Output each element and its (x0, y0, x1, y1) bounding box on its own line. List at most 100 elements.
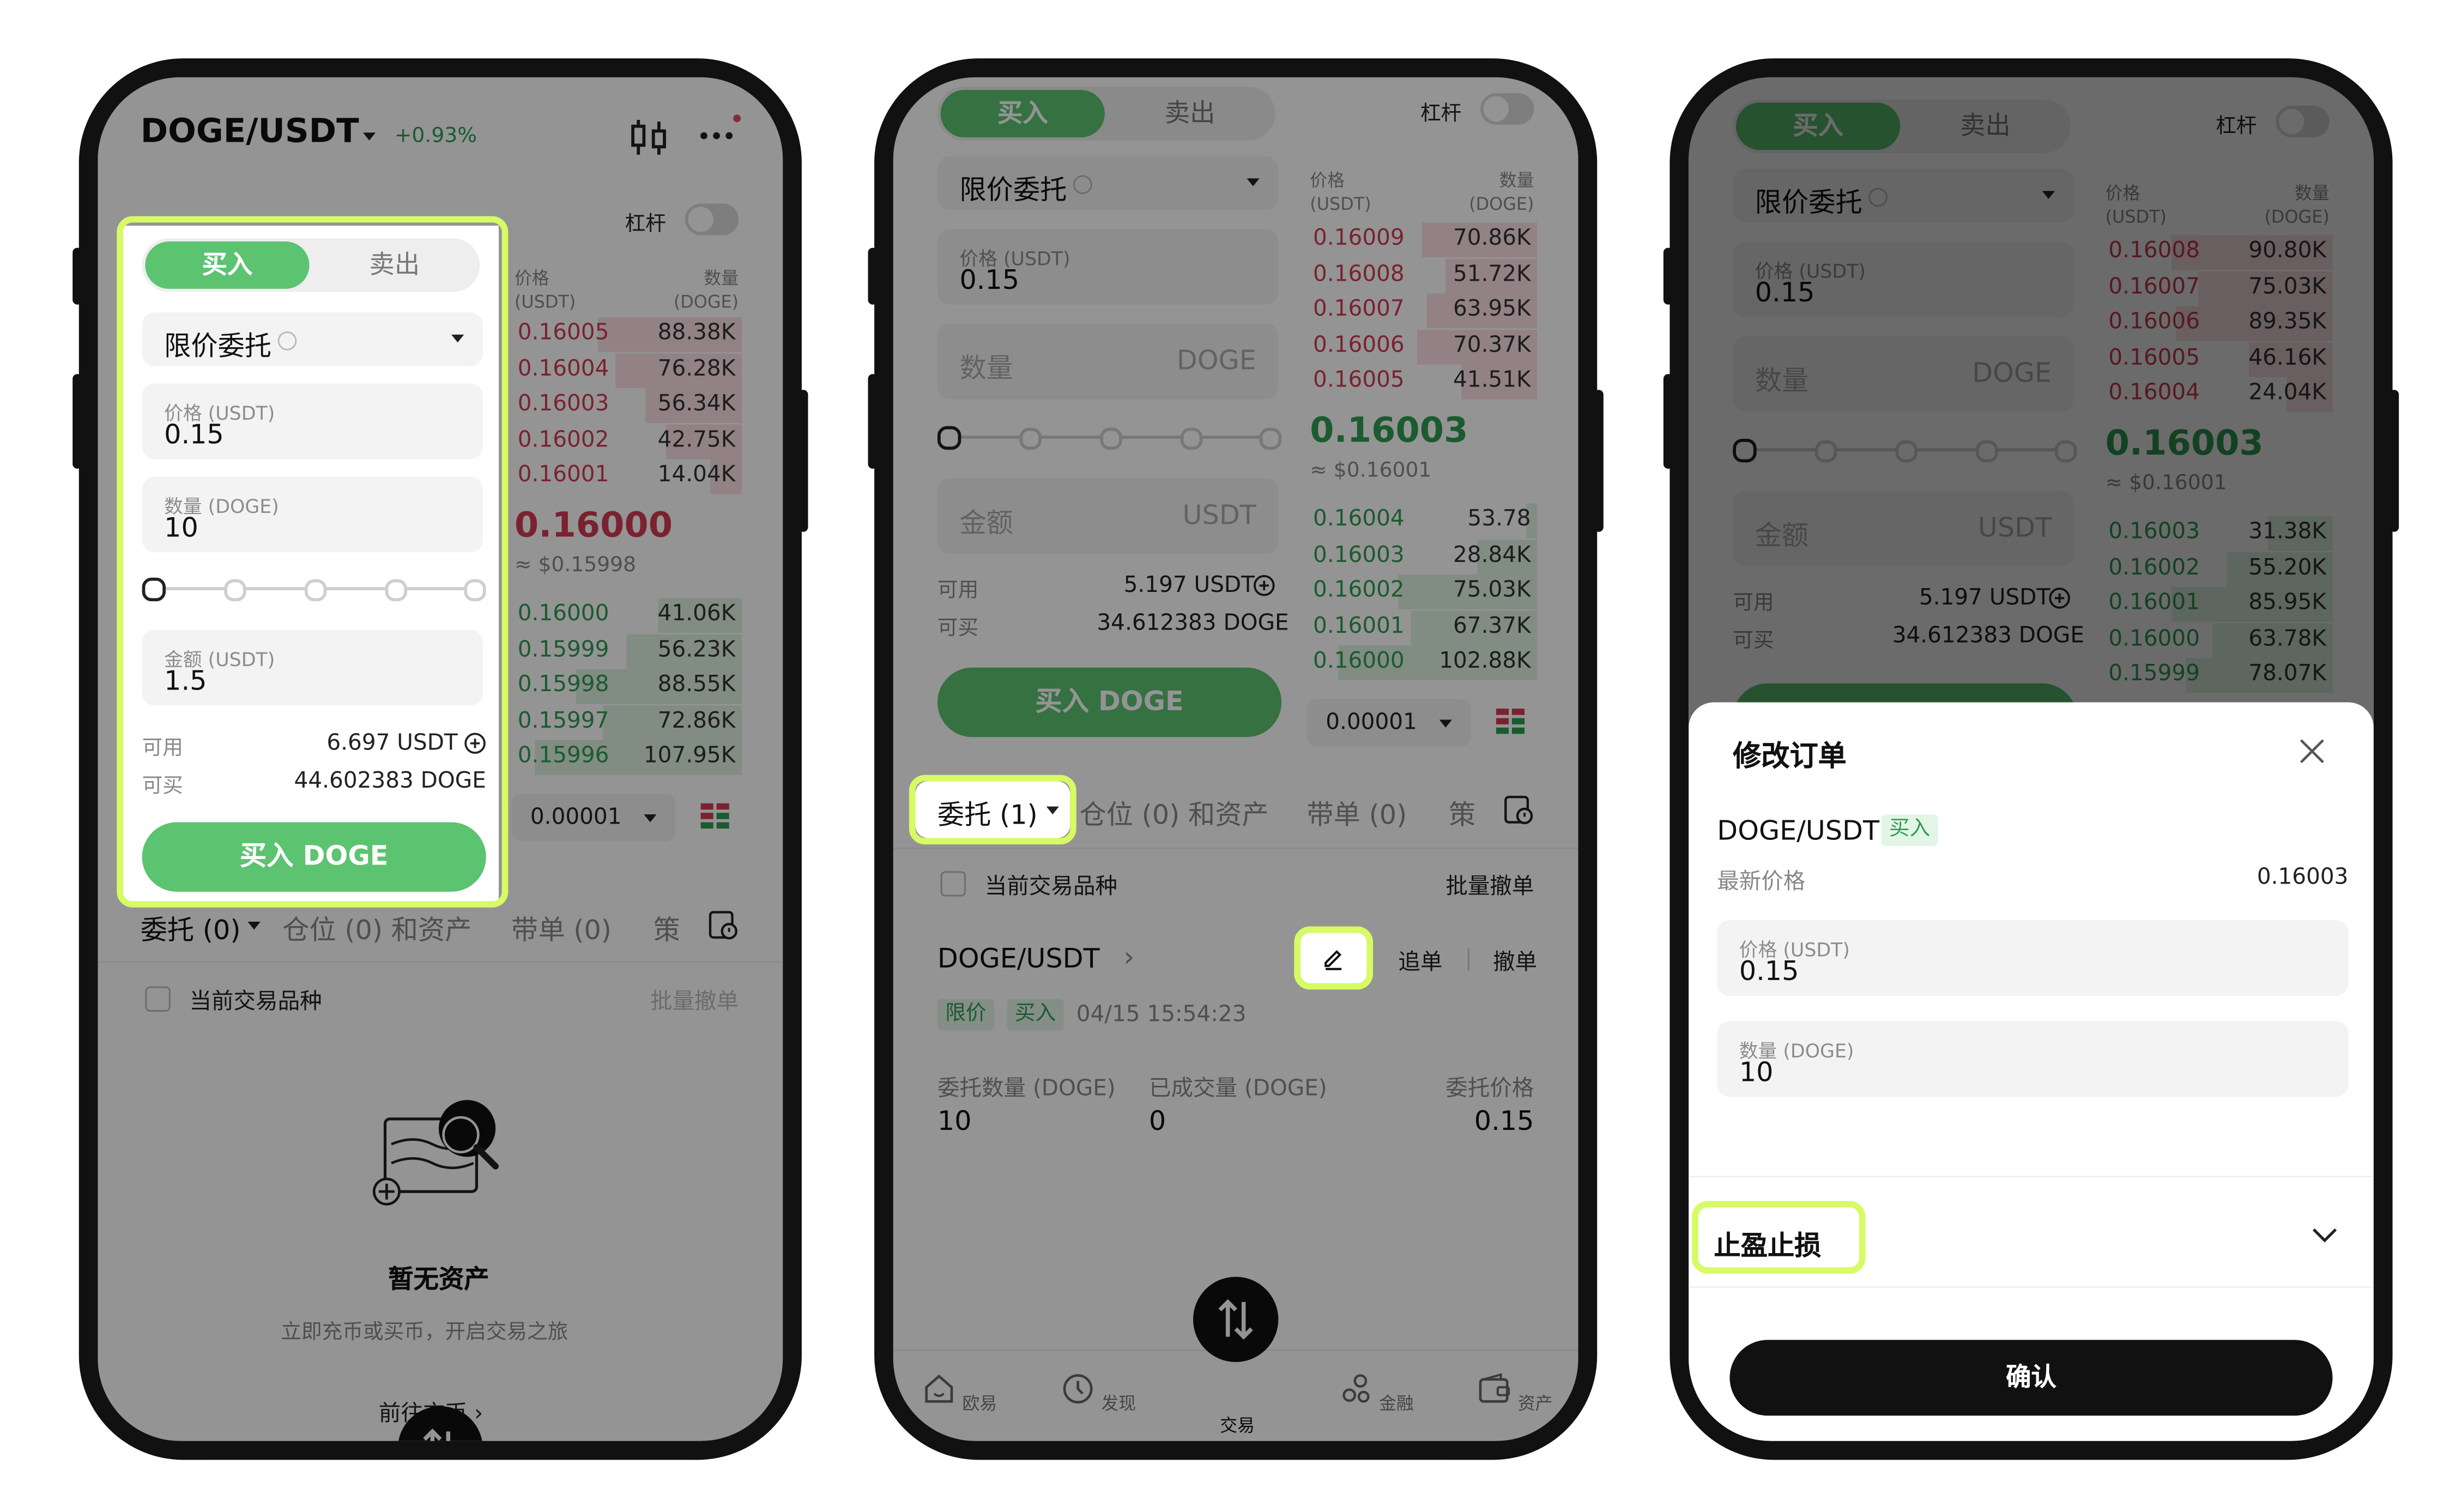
amount-input[interactable]: 金额 USDT (937, 478, 1279, 554)
slider-handle[interactable] (1733, 438, 1757, 463)
buy-button[interactable]: 买入 DOGE (937, 667, 1282, 737)
cancel-order-button[interactable]: 撤单 (1493, 945, 1537, 977)
book-layout-icon[interactable] (1496, 709, 1528, 740)
sell-tab[interactable]: 卖出 (1903, 102, 2067, 150)
precision-select[interactable]: 0.00001 (1306, 699, 1471, 747)
quantity-input[interactable]: 数量 DOGE (1733, 336, 2074, 412)
candlestick-icon[interactable] (628, 118, 669, 156)
nav-discover[interactable]: 发现 (1051, 1371, 1146, 1416)
leverage-toggle[interactable] (685, 203, 739, 235)
ask-row[interactable]: 0.16006 70.37K (1306, 329, 1538, 365)
bid-row[interactable]: 0.15999 56.23K (511, 633, 742, 669)
nav-trade[interactable]: 交易 (1190, 1412, 1285, 1437)
nav-trade-fab[interactable] (1193, 1277, 1279, 1362)
quantity-input[interactable]: 数量 DOGE (937, 323, 1279, 400)
order-type-select[interactable]: 限价委托 (1733, 168, 2074, 223)
bid-row[interactable]: 0.16000 41.06K (511, 598, 742, 633)
bid-row[interactable]: 0.15998 88.55K (511, 669, 742, 704)
slider-stop[interactable] (1180, 427, 1203, 450)
slider-stop[interactable] (2054, 440, 2077, 463)
sheet-price-input[interactable]: 价格 (USDT) 0.15 (1717, 920, 2349, 996)
current-pair-checkbox[interactable] (145, 986, 171, 1012)
close-icon[interactable] (2298, 737, 2326, 765)
deposit-plus-icon[interactable] (1253, 574, 1275, 597)
ask-row[interactable]: 0.16008 90.80K (2102, 235, 2333, 270)
sheet-quantity-input[interactable]: 数量 (DOGE) 10 (1717, 1021, 2349, 1097)
chase-order-button[interactable]: 追单 (1398, 945, 1442, 977)
slider-stop[interactable] (1100, 427, 1122, 450)
info-icon[interactable] (1868, 188, 1888, 207)
tab-copy[interactable]: 带单 (0) (1306, 793, 1407, 832)
deposit-plus-icon[interactable] (2048, 587, 2071, 609)
nav-finance[interactable]: 金融 (1329, 1371, 1424, 1416)
ask-row[interactable]: 0.16008 51.72K (1306, 258, 1538, 293)
phone-3-side-button (1663, 247, 1673, 305)
nav-assets[interactable]: 资产 (1468, 1371, 1563, 1416)
bid-row[interactable]: 0.15996 107.95K (511, 741, 742, 776)
ask-row[interactable]: 0.16007 75.03K (2102, 270, 2333, 306)
buy-tab[interactable]: 买入 (1736, 102, 1901, 150)
slider-stop[interactable] (1259, 427, 1282, 450)
batch-cancel-button[interactable]: 批量撤单 (650, 985, 739, 1017)
history-icon[interactable] (707, 909, 739, 941)
leverage-toggle[interactable] (1480, 93, 1534, 125)
ask-row[interactable]: 0.16004 76.28K (511, 353, 742, 388)
batch-cancel-button[interactable]: 批量撤单 (1445, 869, 1534, 901)
pair-title[interactable]: DOGE/USDT (141, 112, 359, 150)
ask-row[interactable]: 0.16003 56.34K (511, 388, 742, 424)
tab-strategy[interactable]: 策 (1449, 793, 1474, 832)
bid-row[interactable]: 0.16002 75.03K (1306, 574, 1538, 610)
slider-stop[interactable] (1976, 440, 1998, 463)
bid-row[interactable]: 0.16002 55.20K (2102, 552, 2333, 586)
slider-stop[interactable] (1019, 427, 1042, 450)
tab-strategy[interactable]: 策 (654, 908, 679, 947)
tab-positions[interactable]: 仓位 (0) 和资产 (1080, 793, 1269, 832)
info-icon[interactable] (1073, 175, 1092, 195)
ask-row[interactable]: 0.16004 24.04K (2102, 378, 2333, 413)
slider-handle[interactable] (937, 426, 961, 450)
ask-row[interactable]: 0.16007 63.95K (1306, 294, 1538, 329)
tab-orders[interactable]: 委托 (0) (141, 908, 241, 947)
nav-home[interactable]: 欧易 (912, 1371, 1007, 1416)
history-icon[interactable] (1503, 794, 1534, 825)
tab-copy[interactable]: 带单 (0) (511, 908, 612, 947)
chevron-down-icon[interactable] (362, 132, 376, 141)
bid-row[interactable]: 0.16003 28.84K (1306, 539, 1538, 574)
amount-slider[interactable] (937, 425, 1282, 450)
chevron-right-icon[interactable]: › (1124, 942, 1135, 974)
slider-stop[interactable] (1895, 440, 1918, 463)
bid-row[interactable]: 0.16003 31.38K (2102, 516, 2333, 551)
current-pair-checkbox[interactable] (940, 871, 966, 897)
leverage-toggle[interactable] (2276, 105, 2330, 137)
confirm-button[interactable]: 确认 (1729, 1340, 2333, 1416)
bid-row[interactable]: 0.16000 63.78K (2102, 623, 2333, 658)
slider-stop[interactable] (1814, 440, 1837, 463)
amount-input[interactable]: 金额 USDT (1733, 491, 2074, 567)
precision-select[interactable]: 0.00001 (511, 794, 676, 842)
bid-row[interactable]: 0.15997 72.86K (511, 705, 742, 740)
bid-row[interactable]: 0.16001 67.37K (1306, 610, 1538, 645)
ask-row[interactable]: 0.16005 88.38K (511, 317, 742, 352)
ask-row[interactable]: 0.16005 41.51K (1306, 365, 1538, 400)
bid-row[interactable]: 0.16001 85.95K (2102, 587, 2333, 622)
ask-row[interactable]: 0.16005 46.16K (2102, 342, 2333, 377)
price-input[interactable]: 价格 (USDT) 0.15 (1733, 241, 2074, 317)
ask-row[interactable]: 0.16009 70.86K (1306, 222, 1538, 257)
bid-row[interactable]: 0.16004 53.78 (1306, 503, 1538, 539)
sell-tab[interactable]: 卖出 (1108, 90, 1272, 137)
ask-row[interactable]: 0.16001 14.04K (511, 459, 742, 495)
ask-row[interactable]: 0.16006 89.35K (2102, 306, 2333, 341)
ask-row[interactable]: 0.16002 42.75K (511, 424, 742, 459)
chevron-down-icon[interactable] (2310, 1226, 2339, 1245)
bid-row[interactable]: 0.15999 78.07K (2102, 658, 2333, 694)
order-pair[interactable]: DOGE/USDT (937, 944, 1100, 976)
more-icon[interactable] (698, 112, 742, 150)
buy-tab[interactable]: 买入 (940, 90, 1105, 137)
price-input[interactable]: 价格 (USDT) 0.15 (937, 228, 1279, 305)
order-type-select[interactable]: 限价委托 (937, 156, 1279, 210)
amount-slider[interactable] (1733, 437, 2077, 463)
chevron-down-icon[interactable] (247, 921, 261, 930)
tab-positions[interactable]: 仓位 (0) 和资产 (282, 908, 471, 947)
book-layout-icon[interactable] (700, 803, 733, 835)
bid-row[interactable]: 0.16000 102.88K (1306, 646, 1538, 681)
